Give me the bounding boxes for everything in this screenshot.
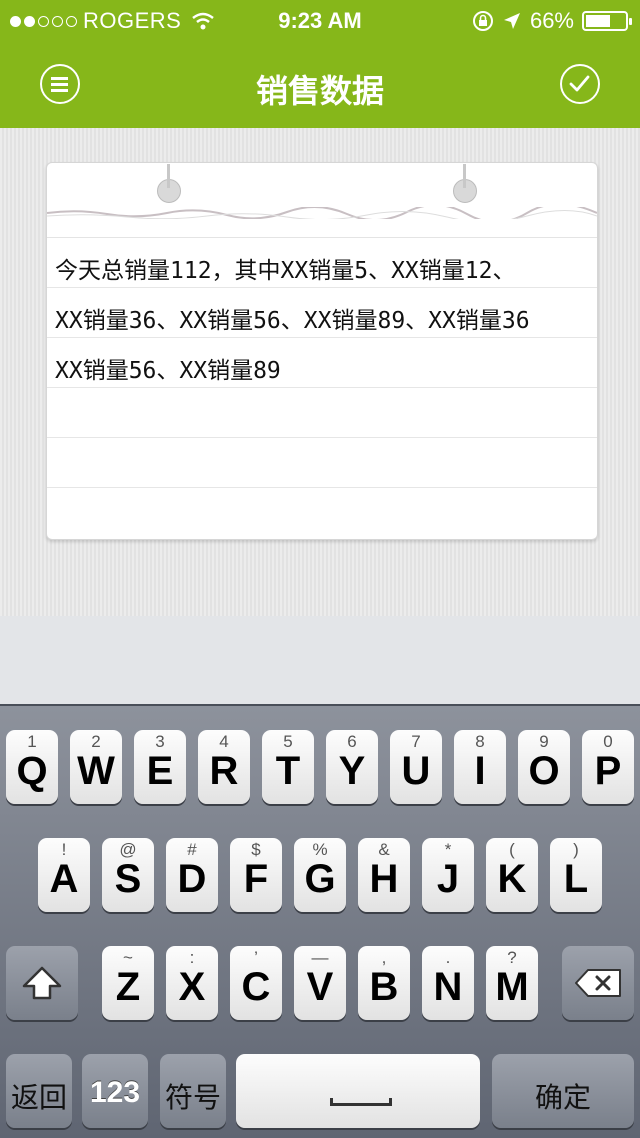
key-z[interactable]: ~ Z xyxy=(102,946,154,1020)
notepad[interactable]: 今天总销量112，其中XX销量5、XX销量12、 XX销量36、XX销量56、X… xyxy=(46,162,598,540)
key-label: B xyxy=(369,965,399,1009)
key-c[interactable]: ’ C xyxy=(230,946,282,1020)
key-y[interactable]: 6Y xyxy=(326,730,378,804)
key-e[interactable]: 3E xyxy=(134,730,186,804)
status-bar: ROGERS 9:23 AM 66% xyxy=(0,0,640,40)
keyboard: 1Q 2W 3E 4R 5T 6Y 7U 8I 9O 0P ! A @ S # D $… xyxy=(0,704,640,1138)
key-label: S xyxy=(114,857,142,901)
note-text-line: XX销量56、XX销量89 xyxy=(55,358,281,384)
key-label: T xyxy=(275,749,301,793)
key-q[interactable]: 1Q xyxy=(6,730,58,804)
page-title: 销售数据 xyxy=(255,73,384,109)
key-label: G xyxy=(304,857,336,901)
nav-bar: 销售数据 xyxy=(0,40,640,128)
key-r[interactable]: 4R xyxy=(198,730,250,804)
note-line: XX销量36、XX销量56、XX销量89、XX销量36 xyxy=(47,287,597,338)
content-area: 今天总销量112，其中XX销量5、XX销量12、 XX销量36、XX销量56、X… xyxy=(0,128,640,616)
shift-icon xyxy=(22,966,62,1000)
key-f[interactable]: $ F xyxy=(230,838,282,912)
key-label: F xyxy=(243,857,269,901)
key-label: M xyxy=(495,965,529,1009)
key-label: U xyxy=(401,749,431,793)
key-label: L xyxy=(563,857,589,901)
key-h[interactable]: & H xyxy=(358,838,410,912)
keyboard-accessory-strip xyxy=(0,616,640,704)
key-s[interactable]: @ S xyxy=(102,838,154,912)
key-label: E xyxy=(146,749,174,793)
confirm-key-label: 确定 xyxy=(534,1082,591,1113)
number-key-label: 123 xyxy=(89,1076,141,1109)
battery-percent: 66% xyxy=(529,8,574,33)
delete-key[interactable] xyxy=(562,946,634,1020)
key-d[interactable]: # D xyxy=(166,838,218,912)
key-label: H xyxy=(369,857,399,901)
space-icon xyxy=(330,1098,392,1106)
key-label: N xyxy=(433,965,463,1009)
rotation-lock-icon xyxy=(472,11,493,31)
notepad-header xyxy=(47,163,597,238)
key-j[interactable]: * J xyxy=(422,838,474,912)
key-i[interactable]: 8I xyxy=(454,730,506,804)
key-t[interactable]: 5T xyxy=(262,730,314,804)
key-label: J xyxy=(436,857,460,901)
note-line xyxy=(47,387,597,438)
key-v[interactable]: — V xyxy=(294,946,346,1020)
number-mode-key[interactable]: 123 xyxy=(82,1054,148,1128)
key-l[interactable]: ) L xyxy=(550,838,602,912)
key-a[interactable]: ! A xyxy=(38,838,90,912)
key-label: Q xyxy=(16,749,48,793)
key-label: C xyxy=(241,965,271,1009)
key-w[interactable]: 2W xyxy=(70,730,122,804)
key-label: X xyxy=(178,965,206,1009)
key-g[interactable]: % G xyxy=(294,838,346,912)
note-text-line: 今天总销量112，其中XX销量5、XX销量12、 xyxy=(55,258,516,284)
back-key-label: 返回 xyxy=(10,1082,67,1113)
key-label: V xyxy=(306,965,334,1009)
note-line: 今天总销量112，其中XX销量5、XX销量12、 xyxy=(47,237,597,288)
confirm-key[interactable]: 确定 xyxy=(492,1054,634,1128)
key-b[interactable]: ,B xyxy=(358,946,410,1020)
check-icon xyxy=(569,75,590,92)
binder-ring-icon xyxy=(453,164,477,203)
key-m[interactable]: ? M xyxy=(486,946,538,1020)
battery-icon xyxy=(582,11,632,31)
key-label: P xyxy=(594,749,622,793)
status-right: 66% xyxy=(472,8,632,34)
key-o[interactable]: 9O xyxy=(518,730,570,804)
note-text-line: XX销量36、XX销量56、XX销量89、XX销量36 xyxy=(55,308,530,334)
key-k[interactable]: (K xyxy=(486,838,538,912)
torn-edge xyxy=(47,207,597,219)
back-key[interactable]: 返回 xyxy=(6,1054,72,1128)
key-n[interactable]: .N xyxy=(422,946,474,1020)
key-label: D xyxy=(177,857,207,901)
symbol-key-label: 符号 xyxy=(164,1082,221,1113)
delete-icon xyxy=(575,969,621,997)
space-key[interactable] xyxy=(236,1054,480,1128)
key-label: A xyxy=(49,857,79,901)
key-label: Y xyxy=(338,749,366,793)
symbol-key[interactable]: 符号 xyxy=(160,1054,226,1128)
binder-ring-icon xyxy=(157,164,181,203)
confirm-check-button[interactable] xyxy=(560,64,600,104)
key-label: R xyxy=(209,749,239,793)
key-label: K xyxy=(497,857,527,901)
key-label: I xyxy=(474,749,486,793)
key-label: W xyxy=(77,749,115,793)
note-line: XX销量56、XX销量89 xyxy=(47,337,597,388)
key-u[interactable]: 7U xyxy=(390,730,442,804)
shift-key[interactable] xyxy=(6,946,78,1020)
location-arrow-icon xyxy=(503,13,520,29)
key-label: O xyxy=(528,749,560,793)
key-label: Z xyxy=(115,965,141,1009)
key-p[interactable]: 0P xyxy=(582,730,634,804)
key-x[interactable]: :X xyxy=(166,946,218,1020)
note-line xyxy=(47,437,597,488)
